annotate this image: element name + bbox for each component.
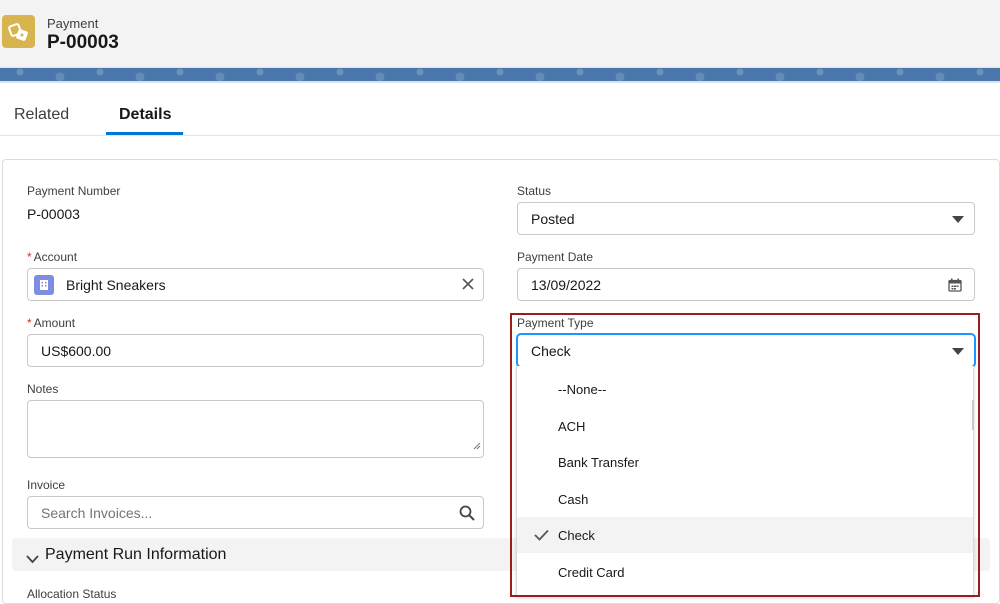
option-label: Cash	[558, 491, 589, 507]
allocation-status-label: Allocation Status	[27, 587, 117, 601]
option-check[interactable]: Check	[517, 517, 973, 553]
active-tab-indicator	[106, 132, 183, 135]
payment-number-label: Payment Number	[27, 184, 121, 198]
clear-icon[interactable]	[461, 277, 475, 294]
record-header: Payment P-00003	[0, 0, 1000, 68]
amount-value: US$600.00	[41, 342, 112, 359]
payment-number-value: P-00003	[27, 206, 80, 222]
chevron-down-icon	[952, 348, 964, 355]
payment-type-value: Check	[531, 342, 571, 359]
status-value: Posted	[531, 210, 575, 227]
resize-handle-icon[interactable]	[471, 437, 481, 455]
option-bank-transfer[interactable]: Bank Transfer	[517, 444, 973, 480]
account-label: * Account	[27, 250, 77, 264]
listbox-scrollbar[interactable]	[972, 400, 974, 430]
option-label: Credit Card	[558, 564, 625, 580]
option-label: Bank Transfer	[558, 454, 639, 470]
record-tabs: Related Details	[0, 98, 1000, 136]
option-ach[interactable]: ACH	[517, 408, 973, 444]
account-lookup[interactable]: Bright Sneakers	[27, 268, 484, 301]
payment-icon	[2, 15, 35, 48]
payment-date-input[interactable]: 13/09/2022	[517, 268, 975, 301]
invoice-search[interactable]: Search Invoices...	[27, 496, 484, 529]
section-title: Payment Run Information	[45, 546, 227, 563]
notes-textarea[interactable]	[27, 400, 484, 458]
option-none[interactable]: --None--	[517, 371, 973, 407]
invoice-placeholder: Search Invoices...	[41, 504, 153, 521]
payment-date-label: Payment Date	[517, 250, 594, 264]
brand-band	[0, 68, 1000, 81]
search-icon[interactable]	[459, 505, 475, 524]
check-icon	[534, 529, 549, 544]
option-credit-card[interactable]: Credit Card	[517, 554, 973, 590]
invoice-label: Invoice	[27, 478, 66, 492]
chevron-down-icon	[952, 216, 964, 223]
account-icon	[34, 274, 54, 295]
notes-label: Notes	[27, 382, 59, 396]
payment-type-label: Payment Type	[517, 316, 594, 330]
account-label-text: Account	[33, 250, 78, 264]
amount-label-text: Amount	[33, 316, 76, 330]
tab-related[interactable]: Related	[14, 106, 69, 124]
required-mark: *	[27, 250, 32, 264]
amount-label: * Amount	[27, 316, 75, 330]
payment-type-select[interactable]: Check	[517, 334, 975, 367]
payment-type-listbox: --None-- ACH Bank Transfer Cash Check Cr…	[516, 366, 974, 596]
object-label: Payment	[47, 16, 99, 31]
amount-input[interactable]: US$600.00	[27, 334, 484, 367]
option-label: ACH	[558, 418, 586, 434]
option-label: Check	[558, 527, 595, 543]
band-divider	[0, 81, 1000, 83]
status-label: Status	[517, 184, 552, 198]
account-value: Bright Sneakers	[66, 276, 166, 293]
payment-date-value: 13/09/2022	[531, 276, 602, 293]
option-label: --None--	[558, 381, 607, 397]
option-cash[interactable]: Cash	[517, 481, 973, 517]
tab-details[interactable]: Details	[119, 106, 171, 124]
chevron-down-icon[interactable]	[26, 551, 39, 569]
record-title: P-00003	[47, 32, 119, 53]
required-mark: *	[27, 316, 32, 330]
calendar-icon[interactable]	[948, 278, 962, 295]
status-select[interactable]: Posted	[517, 202, 975, 235]
